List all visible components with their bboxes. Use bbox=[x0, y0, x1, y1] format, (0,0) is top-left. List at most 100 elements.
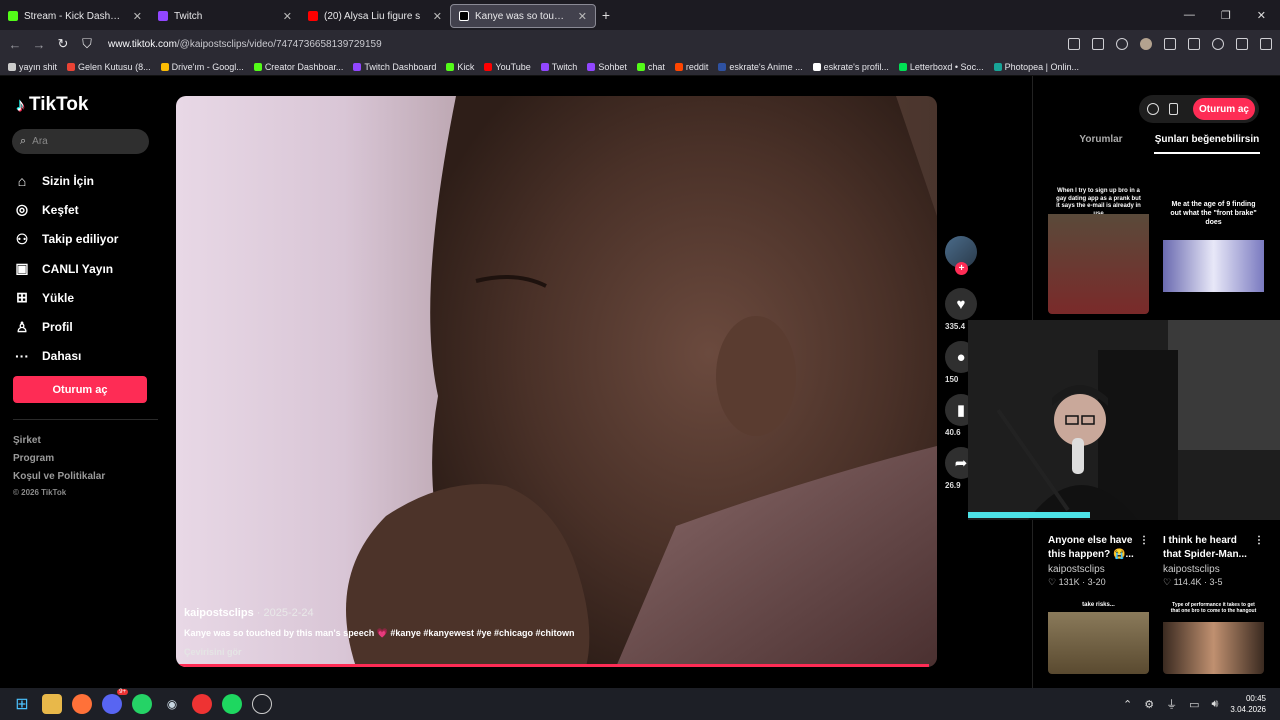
maximize-button[interactable]: ❐ bbox=[1221, 9, 1231, 22]
tiktok-sidebar: ♪ TikTok ⌕ Ara ⌂ Sizin İçin ◎ Keşfet ⚇ Takip … bbox=[0, 76, 170, 688]
chevron-up-icon[interactable]: ⌃ bbox=[1123, 698, 1132, 711]
bookmark-item[interactable]: chat bbox=[636, 62, 665, 72]
video-author[interactable]: kaipostsclips bbox=[184, 607, 254, 619]
bookmark-item[interactable]: Photopea | Onlin... bbox=[993, 62, 1079, 72]
sidebar-item[interactable]: ··· Dahası bbox=[14, 342, 118, 371]
close-icon[interactable]: ✕ bbox=[578, 10, 587, 23]
tab-youtube[interactable]: (20) Alysa Liu figure s ✕ bbox=[300, 4, 450, 28]
video-player[interactable]: kaipostsclips · 2025-2-24 Kanye was so t… bbox=[176, 96, 937, 667]
sidebar-item[interactable]: ◎ Keşfet bbox=[14, 195, 118, 224]
close-icon[interactable]: ✕ bbox=[133, 10, 142, 23]
new-tab-button[interactable]: + bbox=[596, 7, 616, 23]
bookmark-item[interactable]: Kick bbox=[446, 62, 474, 72]
follow-plus-icon[interactable]: + bbox=[955, 262, 968, 275]
card-author[interactable]: kaipostsclips bbox=[1163, 564, 1264, 575]
bookmark-item[interactable]: Drive'ım - Googl... bbox=[160, 62, 244, 72]
extensions-icon[interactable] bbox=[1188, 38, 1200, 50]
screenshot-icon[interactable] bbox=[1068, 38, 1080, 50]
device-icon[interactable] bbox=[1169, 103, 1178, 115]
tab-kick-dashboard[interactable]: Stream - Kick Dashboard ✕ bbox=[0, 4, 150, 28]
bookmark-favicon-icon bbox=[898, 62, 907, 71]
tab-tiktok-active[interactable]: Kanye was so touched ✕ bbox=[450, 4, 596, 28]
tab-you-may-like[interactable]: Şunları beğenebilirsin bbox=[1154, 128, 1260, 154]
reload-button[interactable]: ↻ bbox=[56, 36, 70, 52]
sidebar-item[interactable]: ⚇ Takip ediliyor bbox=[14, 225, 119, 254]
like-button[interactable]: ♥ bbox=[945, 288, 977, 320]
shield-icon[interactable]: ⛉ bbox=[80, 36, 94, 52]
see-translation-link[interactable]: Çevirisini gör bbox=[184, 647, 684, 657]
bookmark-favicon-icon bbox=[674, 62, 683, 71]
sidebar-item[interactable]: ♙ Profil bbox=[14, 312, 118, 341]
recommended-card[interactable]: Me at the age of 9 finding out what the … bbox=[1163, 176, 1264, 314]
extension-avatar-icon[interactable] bbox=[1140, 38, 1152, 50]
tiktok-logo[interactable]: ♪ TikTok bbox=[16, 94, 88, 116]
tray-app-icon[interactable]: ⚙ bbox=[1144, 698, 1154, 711]
bookmark-item[interactable]: Sohbet bbox=[587, 62, 627, 72]
discord-icon[interactable]: 9+ bbox=[102, 689, 128, 714]
recommended-card[interactable]: Anyone else have this happen? 😭... ⋮ kaip… bbox=[1048, 530, 1149, 674]
right-panel-tabs: Yorumlar Şunları beğenebilirsin bbox=[1048, 128, 1260, 154]
file-explorer-icon[interactable] bbox=[42, 694, 62, 714]
windows-start-icon[interactable]: ⊞ bbox=[12, 694, 32, 714]
bookmark-item[interactable]: YouTube bbox=[484, 62, 531, 72]
sidebar-item[interactable]: ▣ CANLI Yayın bbox=[14, 254, 118, 283]
download-icon[interactable] bbox=[1164, 38, 1176, 50]
obs-red-icon[interactable] bbox=[192, 694, 212, 714]
footer-link-company[interactable]: Şirket bbox=[13, 432, 105, 450]
close-icon[interactable]: ✕ bbox=[433, 10, 442, 23]
explore-compass-icon[interactable] bbox=[1147, 103, 1159, 115]
bookmark-item[interactable]: Gelen Kutusu (8... bbox=[67, 62, 151, 72]
network-icon[interactable]: ▭ bbox=[1189, 698, 1199, 711]
bookmark-item[interactable]: Creator Dashboar... bbox=[253, 62, 343, 72]
app-icon[interactable] bbox=[252, 694, 272, 714]
whatsapp-icon[interactable] bbox=[132, 694, 152, 714]
recommended-card[interactable]: When I try to sign up bro in a gay datin… bbox=[1048, 176, 1149, 314]
bookmark-item[interactable]: yayın shit bbox=[8, 62, 57, 72]
sidebar-item[interactable]: ⌂ Sizin İçin bbox=[14, 166, 118, 195]
bookmark-item[interactable]: Twitch bbox=[540, 62, 577, 72]
volume-icon[interactable]: 🔊︎ bbox=[1211, 698, 1218, 711]
bookmark-item[interactable]: reddit bbox=[674, 62, 708, 72]
home-icon: ⌂ bbox=[17, 172, 27, 189]
bookmark-favicon-icon bbox=[67, 62, 76, 71]
tab-twitch[interactable]: Twitch ✕ bbox=[150, 4, 300, 28]
tab-comments[interactable]: Yorumlar bbox=[1048, 128, 1154, 154]
bookmark-item[interactable]: eskrate's Anime ... bbox=[718, 62, 803, 72]
recommended-card[interactable]: I think he heard that Spider-Man... ⋮ kai… bbox=[1163, 530, 1264, 674]
close-icon[interactable]: ✕ bbox=[283, 10, 292, 23]
bookmark-item[interactable]: Twitch Dashboard bbox=[353, 62, 436, 72]
search-input[interactable]: ⌕ Ara bbox=[12, 129, 149, 154]
account-icon[interactable] bbox=[1212, 38, 1224, 50]
spotify-icon[interactable] bbox=[222, 694, 242, 714]
steam-icon[interactable]: ◉ bbox=[162, 694, 182, 714]
webcam-image bbox=[968, 320, 1280, 520]
sidebar-item[interactable]: ⊞ Yükle bbox=[14, 283, 118, 312]
bookmark-item[interactable]: Letterboxd • Soc... bbox=[898, 62, 984, 72]
bookmark-favicon-icon bbox=[587, 62, 596, 71]
sidebar-icon[interactable] bbox=[1236, 38, 1248, 50]
close-window-button[interactable]: ✕ bbox=[1257, 9, 1266, 22]
reader-view-icon[interactable] bbox=[1092, 38, 1104, 50]
more-options-icon[interactable]: ⋮ bbox=[1254, 534, 1264, 562]
forward-button[interactable]: → bbox=[32, 37, 46, 52]
firefox-icon[interactable] bbox=[72, 694, 92, 714]
url-bar[interactable]: www.tiktok.com/@kaipostsclips/video/7474… bbox=[108, 39, 382, 50]
microphone-icon[interactable]: ⏚ bbox=[1166, 696, 1177, 712]
bookmark-item[interactable]: eskrate's profil... bbox=[812, 62, 889, 72]
author-avatar[interactable]: + bbox=[945, 236, 977, 275]
video-progress-bar[interactable] bbox=[176, 664, 930, 667]
windows-taskbar: ⊞ 9+ ◉ ⌃ ⚙ ⏚ ▭ 🔊︎ 00:45 3.04.2026 bbox=[0, 688, 1280, 720]
minimize-button[interactable]: — bbox=[1184, 9, 1195, 22]
bookmark-star-icon[interactable] bbox=[1116, 38, 1128, 50]
menu-icon[interactable] bbox=[1260, 38, 1272, 50]
header-login-button[interactable]: Oturum aç bbox=[1192, 98, 1255, 120]
card-author[interactable]: kaipostsclips bbox=[1048, 564, 1149, 575]
more-options-icon[interactable]: ⋮ bbox=[1139, 534, 1149, 562]
back-button[interactable]: ← bbox=[8, 37, 22, 52]
clock[interactable]: 00:45 3.04.2026 bbox=[1230, 693, 1266, 715]
login-button[interactable]: Oturum aç bbox=[13, 376, 147, 403]
bookmark-favicon-icon bbox=[484, 62, 493, 71]
profile-icon: ♙ bbox=[15, 318, 29, 335]
footer-link-program[interactable]: Program bbox=[13, 450, 105, 468]
webcam-accent-bar bbox=[968, 512, 1090, 518]
